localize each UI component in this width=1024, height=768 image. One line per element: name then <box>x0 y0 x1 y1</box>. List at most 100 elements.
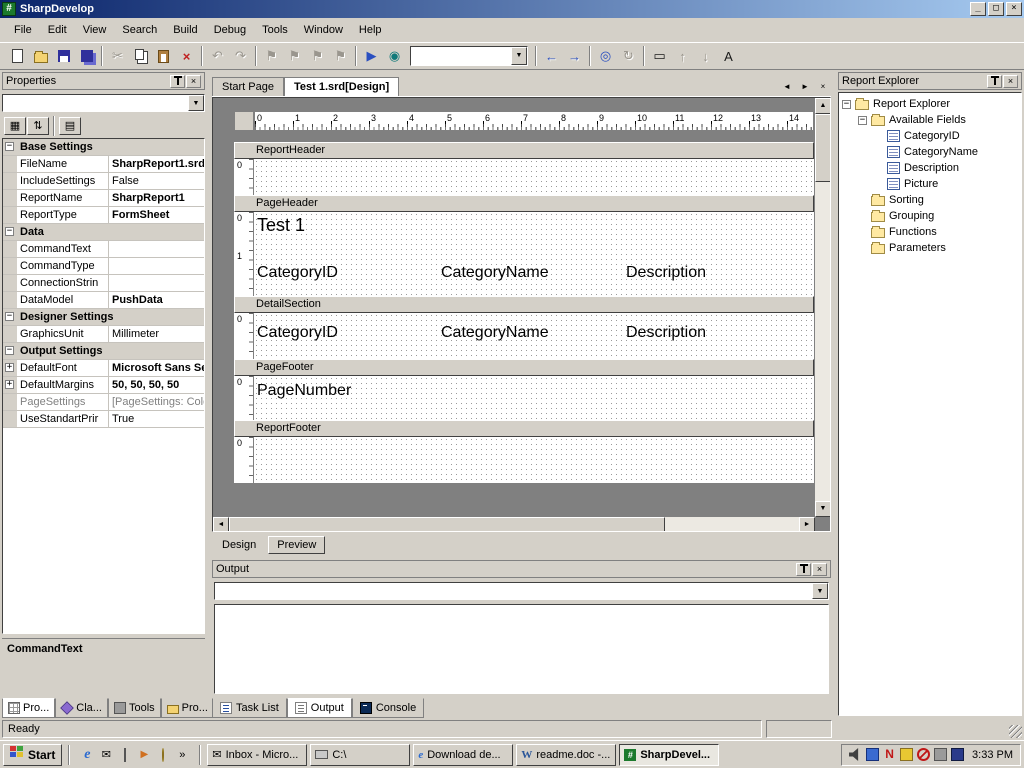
antivirus-icon[interactable] <box>900 748 913 761</box>
property-name[interactable]: PageSettings <box>17 394 109 410</box>
property-row[interactable]: DataModel PushData <box>3 292 204 309</box>
clear-bookmarks-button[interactable]: ⚑ <box>329 45 352 67</box>
menu-search[interactable]: Search <box>114 20 165 40</box>
collapse-icon[interactable]: − <box>5 142 14 151</box>
volume-icon[interactable] <box>849 748 862 761</box>
property-name[interactable]: ReportName <box>17 190 109 206</box>
report-item-column-header[interactable]: CategoryName <box>441 264 549 282</box>
menu-file[interactable]: File <box>6 20 40 40</box>
netmeeting-icon[interactable]: N <box>883 748 896 761</box>
chevron-down-icon[interactable]: ▼ <box>511 47 527 65</box>
start-button[interactable]: Start <box>3 744 62 766</box>
save-button[interactable] <box>52 45 75 67</box>
tree-item-description[interactable]: Description <box>839 160 1021 176</box>
copy-button[interactable] <box>129 45 152 67</box>
section-content-reportfooter[interactable] <box>254 437 814 483</box>
web-browser-button[interactable]: ◎ <box>594 45 617 67</box>
close-icon[interactable]: × <box>186 75 201 88</box>
report-item-pagenumber[interactable]: PageNumber <box>257 382 351 400</box>
property-name[interactable]: FileName <box>17 156 109 172</box>
tree-item-functions[interactable]: Functions <box>839 224 1021 240</box>
open-file-button[interactable] <box>29 45 52 67</box>
section-band-detailsection[interactable]: DetailSection <box>234 296 814 313</box>
vertical-scrollbar[interactable]: ▲ ▼ <box>815 98 831 517</box>
tab-properties[interactable]: Pro... <box>2 698 55 718</box>
property-row[interactable]: CommandText <box>3 241 204 258</box>
report-item-title[interactable]: Test 1 <box>257 215 305 236</box>
property-row[interactable]: ReportType FormSheet <box>3 207 204 224</box>
report-item-field[interactable]: Description <box>626 324 706 342</box>
tree-item-categoryid[interactable]: CategoryID <box>839 128 1021 144</box>
navigate-back-button[interactable]: ← <box>540 45 563 67</box>
tab-test1-design[interactable]: Test 1.srd[Design] <box>284 77 399 96</box>
menu-build[interactable]: Build <box>165 20 205 40</box>
prev-bookmark-button[interactable]: ⚑ <box>283 45 306 67</box>
property-value[interactable]: 50, 50, 50, 50 <box>109 377 204 393</box>
section-band-pageheader[interactable]: PageHeader <box>234 195 814 212</box>
resize-grip[interactable] <box>1009 725 1022 738</box>
collapse-icon[interactable]: − <box>858 116 867 125</box>
minimize-button[interactable]: _ <box>970 2 986 16</box>
property-value[interactable] <box>109 241 204 257</box>
task-button-inbox[interactable]: ✉ Inbox - Micro... <box>207 744 307 766</box>
pin-icon[interactable] <box>987 75 1002 88</box>
property-row[interactable]: ReportName SharpReport1 <box>3 190 204 207</box>
overflow-chevron-icon[interactable]: » <box>174 747 190 763</box>
property-name[interactable]: DataModel <box>17 292 109 308</box>
new-window-button[interactable]: ▭ <box>648 45 671 67</box>
tab-tools[interactable]: Tools <box>108 698 161 718</box>
show-desktop-icon[interactable] <box>117 747 133 763</box>
pin-icon[interactable] <box>170 75 185 88</box>
tree-item-grouping[interactable]: Grouping <box>839 208 1021 224</box>
tab-output[interactable]: Output <box>287 698 352 718</box>
property-row[interactable]: + DefaultMargins 50, 50, 50, 50 <box>3 377 204 394</box>
property-row[interactable]: FileName SharpReport1.srd <box>3 156 204 173</box>
menu-tools[interactable]: Tools <box>254 20 296 40</box>
outlook-icon[interactable]: ✉ <box>98 747 114 763</box>
report-designer[interactable]: 0 1 2 3 4 5 6 7 8 9 10 11 12 13 14 <box>212 97 831 532</box>
cut-button[interactable]: ✂ <box>106 45 129 67</box>
section-band-reportheader[interactable]: ReportHeader <box>234 142 814 159</box>
scheduler-icon[interactable] <box>934 748 947 761</box>
maximize-button[interactable]: □ <box>988 2 1004 16</box>
property-row[interactable]: CommandType <box>3 258 204 275</box>
section-band-reportfooter[interactable]: ReportFooter <box>234 420 814 437</box>
report-item-field[interactable]: CategoryID <box>257 324 338 342</box>
collapse-icon[interactable]: − <box>842 100 851 109</box>
task-button-sharpdevelop[interactable]: # SharpDevel... <box>619 744 719 766</box>
output-source-combobox[interactable]: ▼ <box>214 582 829 600</box>
property-row[interactable]: GraphicsUnit Millimeter <box>3 326 204 343</box>
property-value[interactable]: True <box>109 411 204 427</box>
internet-explorer-icon[interactable]: e <box>79 747 95 763</box>
chevron-down-icon[interactable]: ▼ <box>812 583 828 599</box>
tree-item-report-explorer[interactable]: − Report Explorer <box>839 96 1021 112</box>
property-value[interactable]: False <box>109 173 204 189</box>
scroll-down-icon[interactable]: ▼ <box>815 501 831 517</box>
scroll-right-icon[interactable]: ► <box>799 517 815 532</box>
property-value[interactable] <box>109 258 204 274</box>
close-icon[interactable]: × <box>1003 75 1018 88</box>
property-name[interactable]: ReportType <box>17 207 109 223</box>
output-text-area[interactable] <box>214 604 829 694</box>
tab-projects[interactable]: Pro... <box>161 698 214 718</box>
property-value[interactable]: PushData <box>109 292 204 308</box>
property-value[interactable]: Millimeter <box>109 326 204 342</box>
property-category-row[interactable]: − Data <box>3 224 204 241</box>
tab-design[interactable]: Design <box>214 537 264 553</box>
property-value[interactable] <box>109 275 204 291</box>
property-name[interactable]: CommandType <box>17 258 109 274</box>
property-value[interactable]: SharpReport1 <box>109 190 204 206</box>
property-name[interactable]: CommandText <box>17 241 109 257</box>
property-row[interactable]: UseStandartPrir True <box>3 411 204 428</box>
collapse-icon[interactable]: − <box>5 346 14 355</box>
media-player-icon[interactable]: ▶ <box>136 747 152 763</box>
tab-console[interactable]: Console <box>352 698 424 718</box>
save-all-button[interactable] <box>75 45 98 67</box>
network-monitor-icon[interactable] <box>951 748 964 761</box>
property-category-row[interactable]: − Designer Settings <box>3 309 204 326</box>
tree-item-categoryname[interactable]: CategoryName <box>839 144 1021 160</box>
property-pages-button[interactable]: ▤ <box>59 117 81 135</box>
disabled-status-icon[interactable] <box>917 748 930 761</box>
property-name[interactable]: GraphicsUnit <box>17 326 109 342</box>
property-name[interactable]: IncludeSettings <box>17 173 109 189</box>
